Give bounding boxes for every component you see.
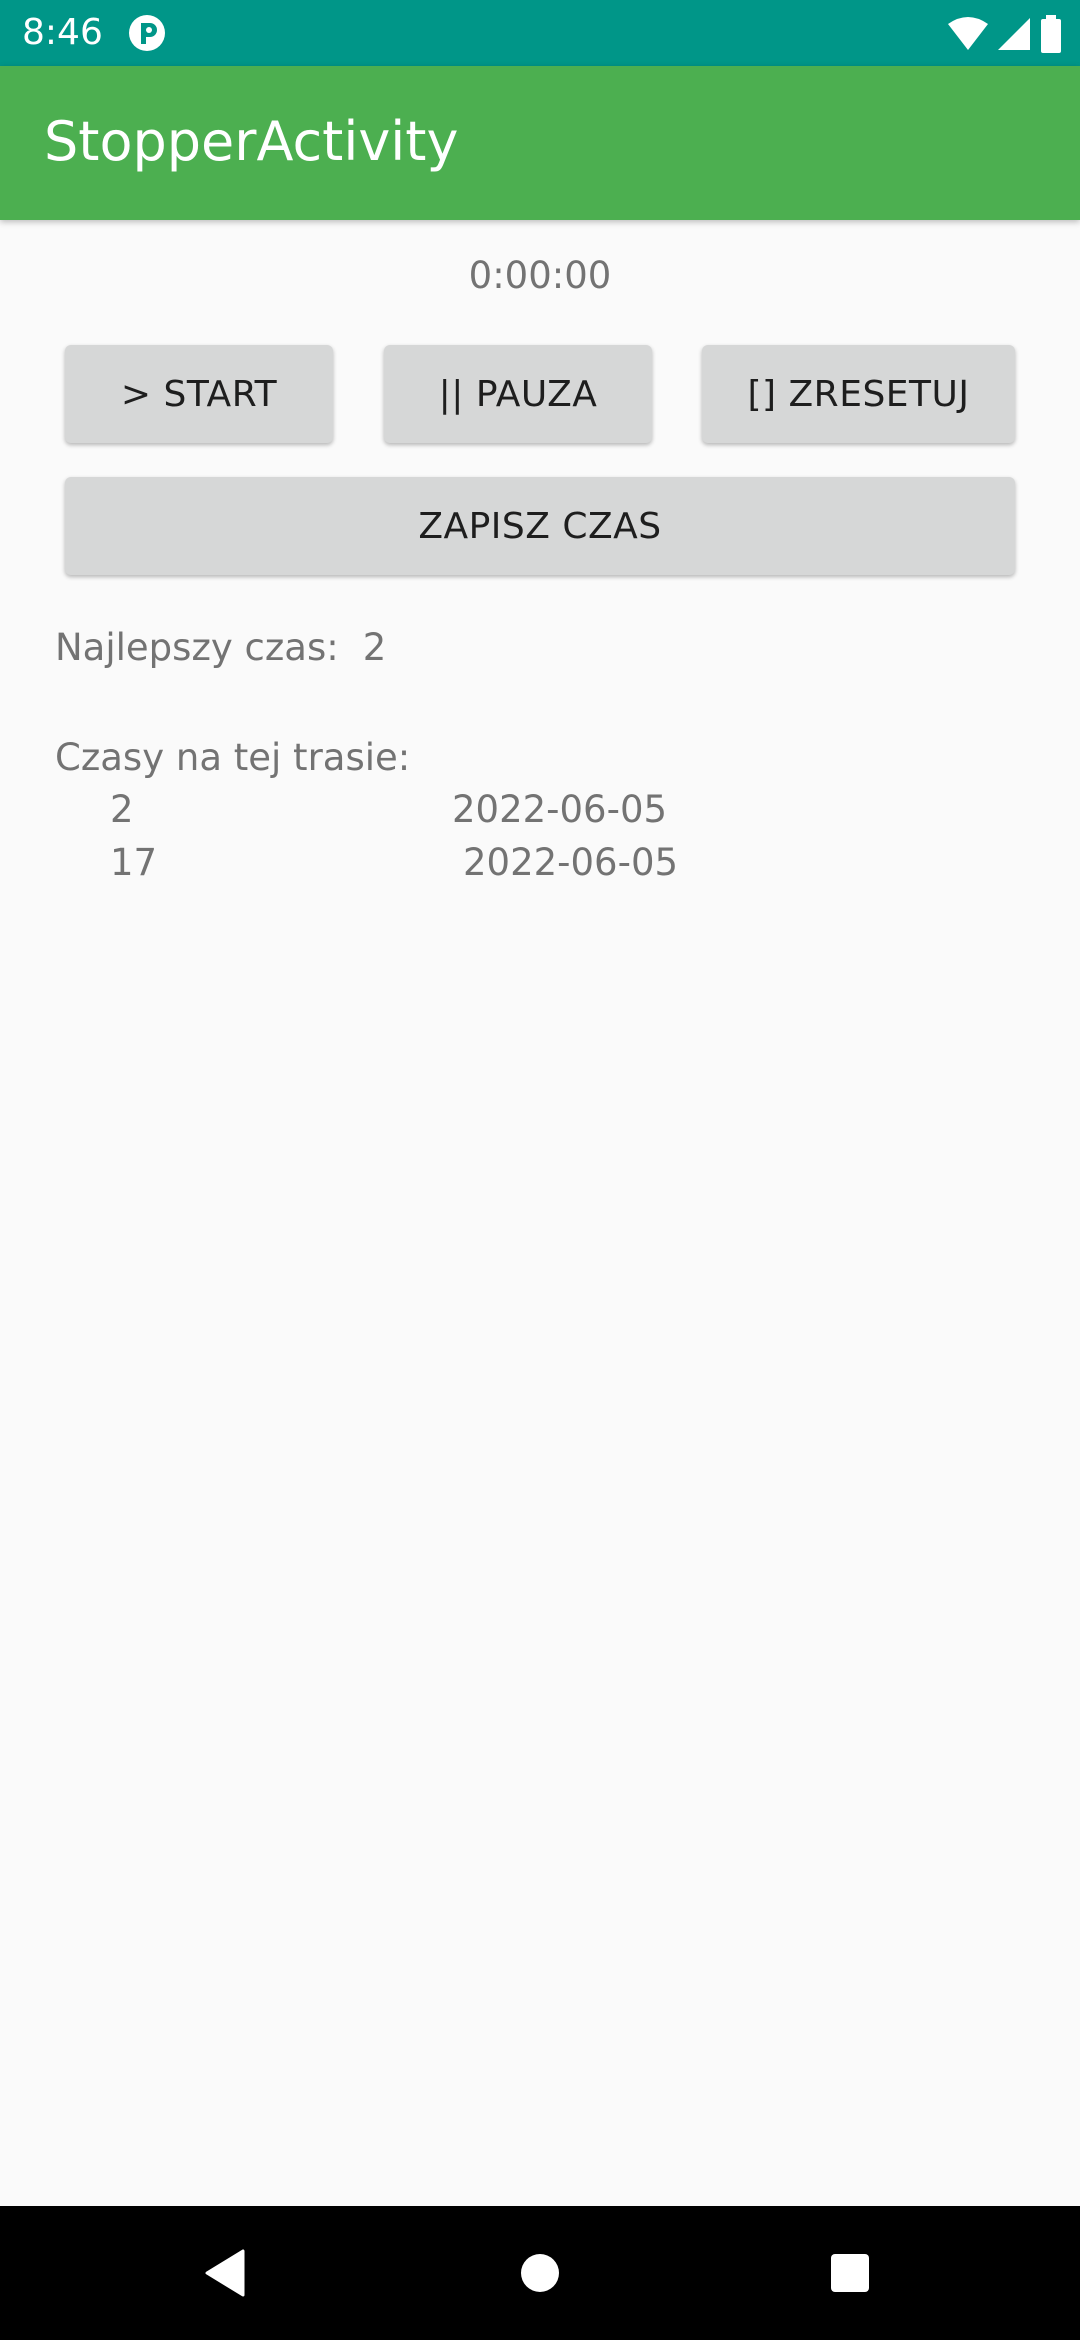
best-time: Najlepszy czas: 2 — [55, 620, 386, 676]
navigation-bar — [0, 2206, 1080, 2340]
best-time-value: 2 — [362, 626, 387, 669]
app-notification-icon — [129, 15, 165, 51]
time-entry-date: 2022-06-05 — [463, 841, 679, 884]
home-icon — [521, 2254, 559, 2292]
recents-icon — [831, 2254, 869, 2292]
start-button[interactable]: > START — [65, 345, 333, 443]
signal-icon — [998, 18, 1030, 50]
times-list-label: Czasy na tej trasie: — [55, 736, 411, 779]
pause-button[interactable]: || PAUZA — [384, 345, 652, 443]
back-button[interactable] — [165, 2206, 285, 2340]
time-entry-value: 2 — [110, 788, 134, 831]
time-entry-value: 17 — [110, 841, 158, 884]
recents-button[interactable] — [790, 2206, 910, 2340]
time-entry-date: 2022-06-05 — [452, 788, 668, 831]
stopwatch-time: 0:00:00 — [468, 254, 612, 297]
status-bar: 8:46 — [0, 0, 1080, 66]
status-icons — [948, 14, 1062, 54]
save-time-button[interactable]: ZAPISZ CZAS — [65, 477, 1015, 575]
home-button[interactable] — [480, 2206, 600, 2340]
wifi-icon — [948, 17, 988, 50]
app-title: StopperActivity — [44, 110, 459, 173]
reset-button[interactable]: [] ZRESETUJ — [702, 345, 1015, 443]
status-time: 8:46 — [22, 12, 103, 53]
app-bar: StopperActivity — [0, 66, 1080, 220]
battery-icon — [1041, 15, 1061, 53]
best-time-label: Najlepszy czas: — [55, 626, 339, 669]
back-icon — [205, 2249, 245, 2297]
